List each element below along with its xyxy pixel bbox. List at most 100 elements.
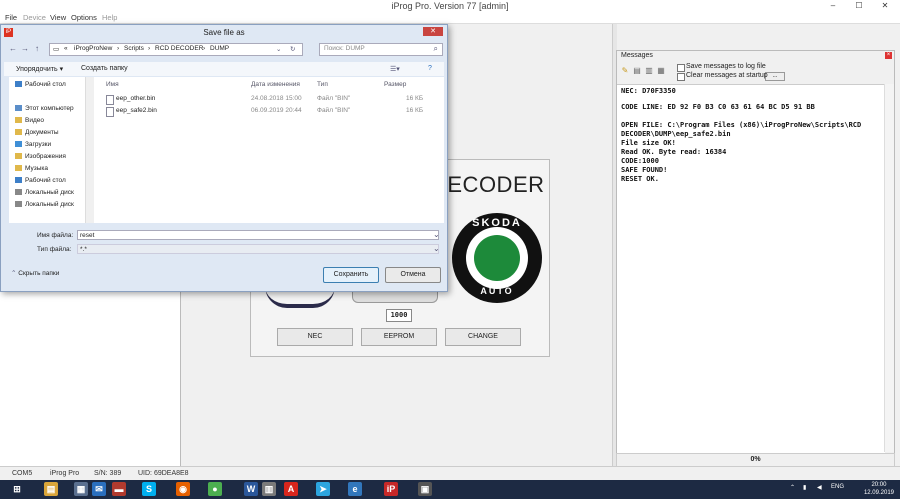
breadcrumb-rcd-decoder[interactable]: RCD DECODER <box>155 45 203 52</box>
save-button[interactable]: Сохранить <box>323 267 379 283</box>
file-row[interactable]: eep_safe2.bin 06.09.2019 20:44 Файл "BIN… <box>94 106 424 117</box>
edge-icon[interactable]: e <box>348 482 362 496</box>
cancel-button[interactable]: Отмена <box>385 267 441 283</box>
nav-item-label: Рабочий стол <box>25 177 66 184</box>
nav-item[interactable]: Рабочий стол <box>15 81 66 88</box>
address-bar[interactable]: ▭ « iProgProNew › Scripts › RCD DECODER … <box>49 43 303 56</box>
chevron-down-icon[interactable]: ⌄ <box>433 230 440 239</box>
network-icon[interactable]: ▮ <box>803 484 806 491</box>
nav-item-label: Документы <box>25 129 59 136</box>
nav-item[interactable]: Музыка <box>15 165 48 172</box>
hide-folders-toggle[interactable]: ⌃ Скрыть папки <box>11 269 59 277</box>
help-icon[interactable]: ? <box>428 65 432 72</box>
save-log-checkbox[interactable] <box>677 64 685 72</box>
navigation-scrollbar[interactable] <box>85 77 94 223</box>
column-type[interactable]: Тип <box>317 81 328 88</box>
filename-input[interactable]: reset <box>77 230 439 240</box>
filetype-select[interactable]: *.* <box>77 244 439 254</box>
code-output-field[interactable]: 1000 <box>386 309 412 322</box>
print-icon[interactable]: ▦ <box>657 66 665 75</box>
skype-icon[interactable]: S <box>142 482 156 496</box>
refresh-icon[interactable]: ↻ <box>290 45 295 53</box>
dropdown-arrow-icon[interactable]: ⌄ <box>276 45 281 53</box>
main-titlebar: iProg Pro. Version 77 [admin] – ☐ ✕ <box>0 0 900 12</box>
save-file-dialog: iP Save file as ✕ ← → ↑ ▭ « iProgProNew … <box>0 24 448 292</box>
file-list-pane[interactable]: Имя Дата изменения Тип Размер eep_other.… <box>94 77 444 223</box>
firefox-icon[interactable]: ◉ <box>176 482 190 496</box>
nav-item[interactable]: Загрузки <box>15 141 51 148</box>
nav-item[interactable]: Изображения <box>15 153 66 160</box>
search-icon[interactable]: ⌕ <box>434 44 438 54</box>
breadcrumb-scripts[interactable]: Scripts <box>124 45 144 52</box>
store-icon[interactable]: ▦ <box>74 482 88 496</box>
change-button[interactable]: CHANGE <box>445 328 521 346</box>
save-icon[interactable]: ▤ <box>633 66 641 75</box>
menu-options[interactable]: Options <box>71 13 97 22</box>
chevron-down-icon[interactable]: ⌄ <box>433 244 440 253</box>
minimize-button[interactable]: – <box>820 0 846 12</box>
log-file-browse-button[interactable]: ... <box>765 72 785 81</box>
clear-startup-label: Clear messages at startup <box>686 72 768 79</box>
nav-item[interactable]: Документы <box>15 129 59 136</box>
mail-icon[interactable]: ✉ <box>92 482 106 496</box>
menu-device[interactable]: Device <box>23 13 46 22</box>
eeprom-button[interactable]: EEPROM <box>361 328 437 346</box>
breadcrumb-dump[interactable]: DUMP <box>210 45 229 52</box>
maximize-button[interactable]: ☐ <box>846 0 872 12</box>
menu-view[interactable]: View <box>50 13 66 22</box>
back-arrow-icon[interactable]: ← <box>9 44 17 53</box>
up-arrow-icon[interactable]: ↑ <box>35 44 39 53</box>
chrome-icon[interactable]: ● <box>208 482 222 496</box>
column-size[interactable]: Размер <box>384 81 406 88</box>
status-bar: COM5 iProg Pro S/N: 389 UID: 69DEA8E8 <box>0 466 900 481</box>
dialog-close-button[interactable]: ✕ <box>423 27 443 36</box>
clear-startup-checkbox[interactable] <box>677 73 685 81</box>
messages-close-icon[interactable]: × <box>885 52 892 59</box>
word-icon[interactable]: W <box>244 482 258 496</box>
taskbar-clock[interactable]: 20:00 12.09.2019 <box>864 481 894 497</box>
file-row[interactable]: eep_other.bin 24.08.2018 15:00 Файл "BIN… <box>94 94 424 105</box>
menu-help[interactable]: Help <box>102 13 117 22</box>
language-indicator[interactable]: ENG <box>831 484 844 490</box>
nav-item[interactable]: Этот компьютер <box>15 105 74 112</box>
flag-icon[interactable]: ▬ <box>112 482 126 496</box>
messages-scrollbar[interactable] <box>884 84 894 452</box>
forward-arrow-icon[interactable]: → <box>21 44 29 53</box>
view-options-icon[interactable]: ☰▾ <box>390 65 400 73</box>
navigation-pane[interactable]: Рабочий стол Этот компьютер Видео Документы… <box>9 77 94 223</box>
messages-log[interactable]: NEC: D70F3350 CODE LINE: ED 92 F0 B3 C0 … <box>617 84 885 453</box>
windows-start-icon[interactable]: ⊞ <box>10 482 24 496</box>
nec-button[interactable]: NEC <box>277 328 353 346</box>
breadcrumb-overflow[interactable]: « <box>64 45 68 52</box>
telegram-icon[interactable]: ➤ <box>316 482 330 496</box>
log-line: OPEN FILE: C:\Program Files (x86)\iProgP… <box>621 121 862 129</box>
drive-icon <box>15 189 22 196</box>
menu-bar: File Device View Options Help <box>0 12 900 24</box>
organize-button[interactable]: Упорядочить ▾ <box>16 65 63 73</box>
acrobat-icon[interactable]: A <box>284 482 298 496</box>
folder-icon: ▭ <box>53 46 60 53</box>
tray-overflow-icon[interactable]: ⌃ <box>790 484 795 491</box>
menu-file[interactable]: File <box>5 13 17 22</box>
volume-icon[interactable]: ◀ <box>817 484 822 491</box>
copy-icon[interactable]: ▥ <box>645 66 653 75</box>
clear-brush-icon[interactable]: ✎ <box>621 66 629 75</box>
messages-toolbar: ✎ ▤ ▥ ▦ Save messages to log file ... Cl… <box>617 61 894 83</box>
nav-item[interactable]: Рабочий стол <box>15 177 66 184</box>
search-input[interactable]: Поиск: DUMP ⌕ <box>319 43 443 56</box>
nav-item[interactable]: Локальный диск <box>15 201 74 208</box>
viewer-icon[interactable]: ▣ <box>418 482 432 496</box>
iprog-icon[interactable]: iP <box>384 482 398 496</box>
file-explorer-icon[interactable]: ▤ <box>44 482 58 496</box>
close-button[interactable]: ✕ <box>872 0 898 12</box>
log-line: DECODER\DUMP\eep_safe2.bin <box>621 130 731 138</box>
breadcrumb-iprogpronew[interactable]: iProgProNew <box>74 45 112 52</box>
files-icon[interactable]: ▥ <box>262 482 276 496</box>
nav-item[interactable]: Видео <box>15 117 44 124</box>
nav-item[interactable]: Локальный диск <box>15 189 74 196</box>
filename-label: Имя файла: <box>37 232 74 239</box>
new-folder-button[interactable]: Создать папку <box>81 65 128 72</box>
column-name[interactable]: Имя <box>106 81 119 88</box>
clock-time: 20:00 <box>871 482 887 488</box>
column-date[interactable]: Дата изменения <box>251 81 300 88</box>
